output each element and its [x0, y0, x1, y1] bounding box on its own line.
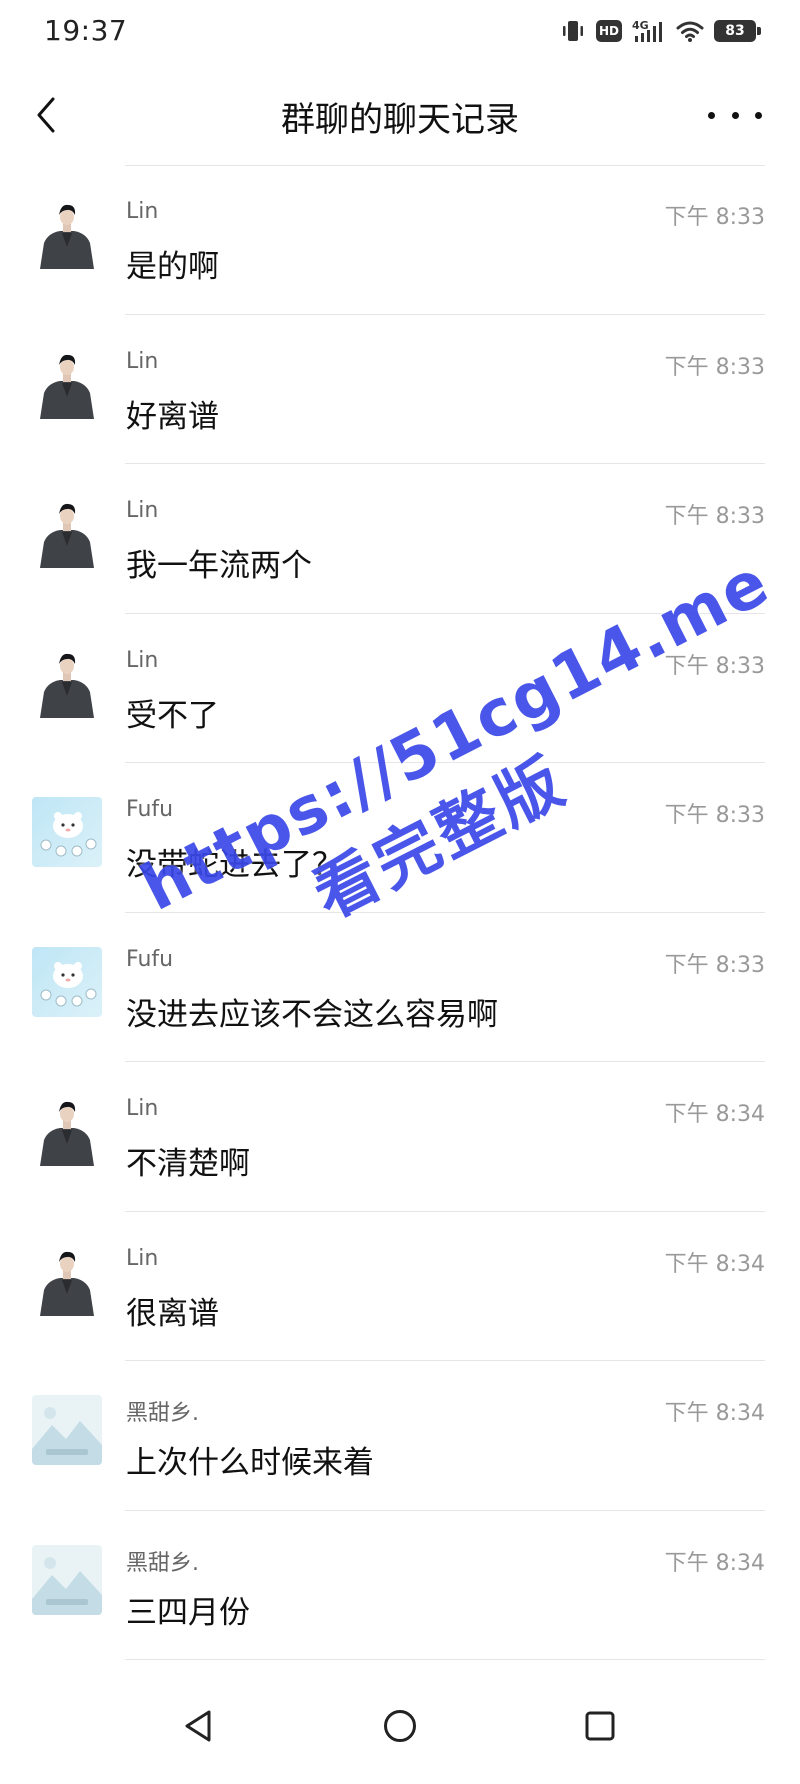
vibrate-icon [560, 19, 586, 43]
fufu-avatar[interactable] [32, 797, 102, 867]
sender-name: Lin [126, 1245, 159, 1271]
lin-avatar[interactable] [32, 1096, 102, 1166]
navigation-bar [0, 1680, 800, 1784]
message-text: 不清楚啊 [126, 1146, 250, 1182]
message-time: 下午 8:33 [664, 504, 765, 529]
message-item[interactable]: Lin 下午 8:33 好离谱 [0, 315, 800, 464]
message-item[interactable]: Lin 下午 8:34 很离谱 [0, 1212, 800, 1361]
nav-back-button[interactable] [170, 1698, 226, 1754]
hd-icon: HD [596, 20, 622, 42]
sender-name: 黑甜乡. [126, 1401, 199, 1426]
landscape-avatar[interactable] [32, 1544, 102, 1615]
message-item[interactable]: Fufu 下午 8:33 没进去应该不会这么容易啊 [0, 913, 800, 1062]
lin-avatar[interactable] [32, 647, 102, 718]
message-list: Lin 下午 8:33 是的啊 Lin 下午 8:33 好离谱 Lin 下午 8:33 我一年流… [0, 165, 800, 1660]
signal-icon: 4G [632, 18, 666, 44]
message-item[interactable]: 黑甜乡. 下午 8:34 上次什么时候来着 [0, 1361, 800, 1511]
sender-name: Fufu [126, 797, 174, 822]
message-item[interactable]: Lin 下午 8:33 受不了 [0, 614, 800, 763]
sender-name: Lin [126, 647, 159, 673]
more-horizontal-icon [708, 111, 715, 119]
message-time: 下午 8:33 [664, 354, 765, 380]
wifi-icon [676, 19, 704, 43]
message-item[interactable]: Lin 下午 8:34 不清楚啊 [0, 1062, 800, 1212]
lin-avatar[interactable] [32, 348, 102, 419]
header: 群聊的聊天记录 [0, 70, 800, 160]
sender-name: Lin [126, 199, 159, 224]
divider [125, 1659, 765, 1660]
message-time: 下午 8:33 [664, 803, 765, 828]
fufu-avatar[interactable] [32, 946, 102, 1017]
sender-name: 黑甜乡. [126, 1550, 199, 1576]
lin-avatar[interactable] [32, 199, 102, 269]
status-bar: 19:37 HD 4G 83 [0, 0, 800, 60]
message-text: 没带蛇进去了？ [126, 847, 343, 883]
status-icons: HD 4G 83 [560, 16, 761, 46]
lin-avatar[interactable] [32, 498, 102, 568]
message-item[interactable]: 黑甜乡. 下午 8:34 三四月份 [0, 1511, 800, 1660]
message-item[interactable]: Lin 下午 8:33 是的啊 [0, 165, 800, 315]
status-time: 19:37 [44, 14, 128, 47]
message-time: 下午 8:34 [664, 1251, 765, 1277]
sender-name: Lin [126, 1096, 159, 1121]
message-text: 三四月份 [126, 1594, 250, 1631]
message-text: 上次什么时候来着 [126, 1445, 374, 1481]
message-item[interactable]: Fufu 下午 8:33 没带蛇进去了？ [0, 763, 800, 913]
message-text: 受不了 [126, 697, 219, 734]
message-time: 下午 8:34 [664, 1550, 765, 1576]
message-time: 下午 8:34 [664, 1401, 765, 1426]
message-time: 下午 8:34 [664, 1102, 765, 1127]
circle-home-icon [384, 1710, 416, 1742]
message-text: 我一年流两个 [126, 548, 312, 584]
svg-text:4G: 4G [632, 19, 649, 32]
square-recents-icon [585, 1711, 615, 1741]
sender-name: Lin [126, 348, 159, 374]
page-title: 群聊的聊天记录 [281, 100, 519, 140]
sender-name: Fufu [126, 946, 174, 972]
triangle-back-icon [185, 1710, 211, 1742]
lin-avatar[interactable] [32, 1245, 102, 1316]
sender-name: Lin [126, 498, 159, 523]
nav-recents-button[interactable] [572, 1698, 628, 1754]
message-item[interactable]: Lin 下午 8:33 我一年流两个 [0, 464, 800, 614]
nav-home-button[interactable] [372, 1698, 428, 1754]
message-time: 下午 8:33 [664, 952, 765, 978]
message-time: 下午 8:33 [664, 205, 765, 230]
battery-icon: 83 [714, 20, 761, 42]
more-options-button[interactable] [708, 100, 762, 130]
message-time: 下午 8:33 [664, 653, 765, 679]
message-text: 没进去应该不会这么容易啊 [126, 996, 498, 1033]
message-text: 很离谱 [126, 1295, 219, 1332]
message-text: 好离谱 [126, 398, 219, 435]
message-text: 是的啊 [126, 249, 219, 285]
landscape-avatar[interactable] [32, 1395, 102, 1465]
